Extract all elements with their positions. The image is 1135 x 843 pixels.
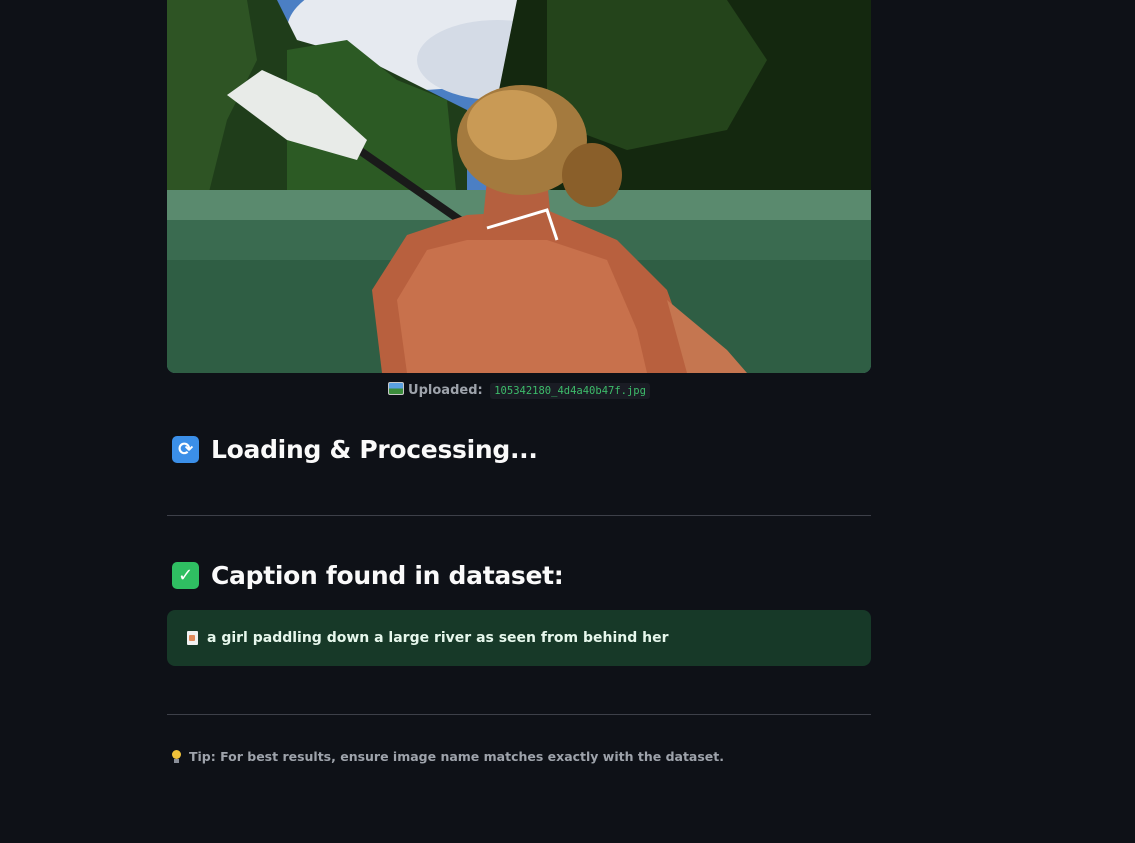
divider [167, 515, 871, 516]
uploaded-label: Uploaded: [408, 383, 483, 398]
check-mark-icon: ✓ [172, 562, 199, 589]
arrows-cycle-icon: ⟳ [172, 436, 199, 463]
framed-picture-icon [388, 382, 405, 395]
loading-heading: ⟳ Loading & Processing... [172, 435, 538, 464]
success-alert: a girl paddling down a large river as se… [167, 610, 871, 666]
caption-heading: ✓ Caption found in dataset: [172, 561, 564, 590]
loading-heading-text: Loading & Processing... [211, 435, 538, 464]
divider [167, 714, 871, 715]
caption-heading-text: Caption found in dataset: [211, 561, 564, 590]
uploaded-image [167, 0, 871, 373]
uploaded-caption: Uploaded: 105342180_4d4a40b47f.jpg [167, 382, 871, 399]
caption-text: a girl paddling down a large river as se… [207, 630, 669, 646]
page-icon [187, 631, 198, 645]
tip-label: Tip: For best results, ensure image name… [189, 749, 724, 764]
light-bulb-icon [172, 750, 181, 763]
tip-text: Tip: For best results, ensure image name… [172, 749, 724, 764]
uploaded-filename: 105342180_4d4a40b47f.jpg [490, 383, 650, 399]
